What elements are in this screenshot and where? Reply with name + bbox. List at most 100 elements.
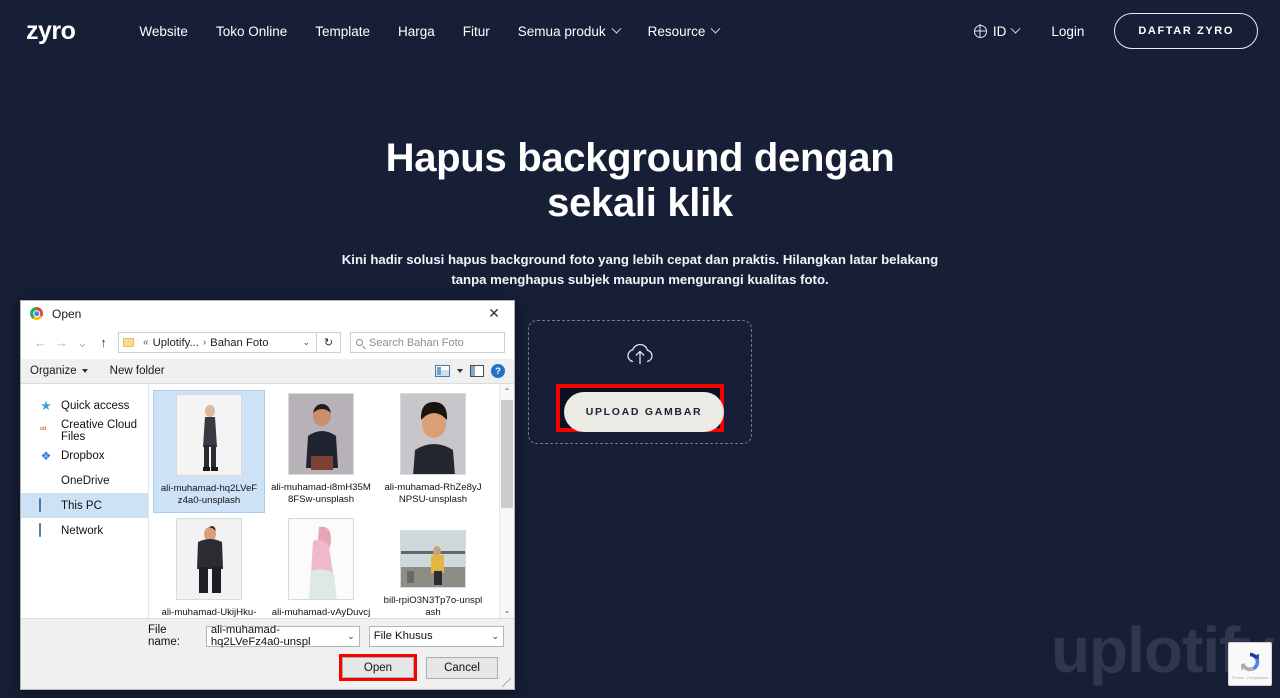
globe-icon xyxy=(973,24,987,38)
breadcrumb[interactable]: « Uplotify... › Bahan Foto ⌄ xyxy=(118,332,317,353)
nav-item-website[interactable]: Website xyxy=(125,18,202,45)
file-open-dialog: Open ✕ ← → ⌄ ↑ « Uplotify... › Bahan Fot… xyxy=(20,300,515,690)
upload-gambar-button[interactable]: UPLOAD GAMBAR xyxy=(564,392,724,432)
file-list-pane: ali-muhamad-hq2LVeFz4a0-unsplash ali-muh… xyxy=(149,384,514,618)
page-title: Hapus background dengan sekali klik xyxy=(385,136,895,225)
login-link[interactable]: Login xyxy=(1031,18,1104,45)
file-item[interactable]: ali-muhamad-hq2LVeFz4a0-unsplash xyxy=(153,390,265,513)
creative-cloud-icon xyxy=(39,424,53,438)
help-icon[interactable]: ? xyxy=(491,364,505,378)
breadcrumb-parent[interactable]: Uplotify... xyxy=(153,337,199,349)
folder-icon xyxy=(123,338,134,347)
close-icon[interactable]: ✕ xyxy=(474,301,514,326)
nav-links: Website Toko Online Template Harga Fitur… xyxy=(125,18,733,45)
chevron-down-icon[interactable] xyxy=(457,369,463,373)
chevron-down-icon xyxy=(81,369,88,373)
nav-right-group: ID Login DAFTAR ZYRO xyxy=(962,13,1258,49)
chevron-down-icon xyxy=(1010,23,1021,34)
top-navigation-bar: zyro Website Toko Online Template Harga … xyxy=(0,0,1280,62)
file-thumbnail xyxy=(400,530,466,588)
file-name-label: ali-muhamad-RhZe8yJNPSU-unsplash xyxy=(384,482,482,505)
scrollbar-thumb[interactable] xyxy=(501,400,513,508)
preview-pane-icon[interactable] xyxy=(470,365,484,377)
nav-item-resource[interactable]: Resource xyxy=(634,18,734,45)
file-type-select[interactable]: File Khusus ⌄ xyxy=(368,625,504,647)
file-item[interactable]: bill-rpiO3N3Tp7o-unsplash xyxy=(377,515,489,618)
forward-icon[interactable]: → xyxy=(51,332,72,353)
file-name-row: File name: ali-muhamad-hq2LVeFz4a0-unspl… xyxy=(31,624,504,648)
nav-item-semua-produk[interactable]: Semua produk xyxy=(504,18,634,45)
file-grid: ali-muhamad-hq2LVeFz4a0-unsplash ali-muh… xyxy=(149,384,514,618)
dialog-title: Open xyxy=(52,306,82,321)
chrome-icon xyxy=(30,307,43,320)
nav-item-label: Template xyxy=(315,23,371,39)
sidebar-item-label: Dropbox xyxy=(61,449,105,462)
view-layout-icon[interactable] xyxy=(435,365,450,377)
open-button-highlight: Open xyxy=(339,654,417,681)
file-name-label: bill-rpiO3N3Tp7o-unsplash xyxy=(383,595,483,618)
file-item[interactable]: ali-muhamad-RhZe8yJNPSU-unsplash xyxy=(377,390,489,513)
dialog-action-row: Open Cancel xyxy=(31,654,504,681)
recaptcha-badge[interactable]: Privasi - Persyaratan xyxy=(1228,642,1272,686)
nav-item-label: Resource xyxy=(647,23,706,39)
dialog-toolbar: Organize New folder ? xyxy=(21,359,514,384)
file-name-label: ali-muhamad-i8mH35M8FSw-unsplash xyxy=(271,482,371,505)
open-button[interactable]: Open xyxy=(342,657,414,678)
file-thumbnail xyxy=(288,518,354,600)
zyro-logo[interactable]: zyro xyxy=(26,18,76,44)
toolbar-right-group: ? xyxy=(435,364,505,378)
cancel-button[interactable]: Cancel xyxy=(426,656,498,679)
up-one-level-icon[interactable]: ↑ xyxy=(93,332,114,353)
file-thumbnail xyxy=(176,518,242,600)
new-folder-button[interactable]: New folder xyxy=(110,365,165,377)
sidebar-item-dropbox[interactable]: ❖ Dropbox xyxy=(21,443,148,468)
sidebar-item-label: Network xyxy=(61,524,104,537)
chevron-down-icon[interactable]: ⌄ xyxy=(486,631,499,642)
language-selector[interactable]: ID xyxy=(962,18,1032,45)
breadcrumb-prefix: « xyxy=(143,337,149,348)
chevron-down-icon[interactable]: ⌄ xyxy=(342,631,355,642)
resize-grip[interactable] xyxy=(502,678,511,687)
sidebar-item-network[interactable]: Network xyxy=(21,518,148,543)
nav-item-harga[interactable]: Harga xyxy=(384,18,449,45)
file-name-value: ali-muhamad-hq2LVeFz4a0-unspl xyxy=(210,624,311,648)
sidebar-item-quick-access[interactable]: ★ Quick access xyxy=(21,393,148,418)
nav-item-template[interactable]: Template xyxy=(301,18,384,45)
file-thumbnail xyxy=(400,393,466,475)
nav-item-label: Harga xyxy=(398,23,435,39)
nav-item-label: Website xyxy=(139,23,188,39)
sidebar-item-onedrive[interactable]: OneDrive xyxy=(21,468,148,493)
file-item[interactable]: ali-muhamad-UkijHku-7kM-unsplash xyxy=(153,515,265,618)
nav-item-toko-online[interactable]: Toko Online xyxy=(202,18,301,45)
page-root: zyro Website Toko Online Template Harga … xyxy=(0,0,1280,698)
breadcrumb-current[interactable]: Bahan Foto xyxy=(210,337,268,349)
search-input[interactable]: Search Bahan Foto xyxy=(350,332,505,353)
scroll-down-icon[interactable]: ⌄ xyxy=(500,603,514,618)
file-name-field-label: File name: xyxy=(148,624,180,648)
dialog-title-bar: Open ✕ xyxy=(21,301,514,326)
sidebar-item-this-pc[interactable]: This PC xyxy=(21,493,148,518)
star-icon: ★ xyxy=(40,397,52,413)
file-thumbnail xyxy=(288,393,354,475)
back-icon[interactable]: ← xyxy=(30,332,51,353)
organize-button[interactable]: Organize xyxy=(30,365,88,377)
scroll-up-icon[interactable]: ⌃ xyxy=(500,384,514,399)
nav-item-fitur[interactable]: Fitur xyxy=(449,18,504,45)
file-item[interactable]: ali-muhamad-i8mH35M8FSw-unsplash xyxy=(265,390,377,513)
file-name-input[interactable]: ali-muhamad-hq2LVeFz4a0-unspl ⌄ xyxy=(205,624,360,648)
chevron-down-icon[interactable]: ⌄ xyxy=(302,337,312,348)
file-type-value: File Khusus xyxy=(373,630,433,642)
sidebar-item-creative-cloud-files[interactable]: Creative Cloud Files xyxy=(21,418,148,443)
network-icon xyxy=(39,522,53,538)
onedrive-icon xyxy=(39,474,53,488)
file-thumbnail xyxy=(176,394,242,476)
page-subtitle: Kini hadir solusi hapus background foto … xyxy=(341,252,939,287)
file-item[interactable]: ali-muhamad-vAyDuvcjXcs-unsplash xyxy=(265,515,377,618)
nav-item-label: Toko Online xyxy=(215,23,288,39)
recaptcha-label: Privasi - Persyaratan xyxy=(1232,675,1268,680)
signup-button[interactable]: DAFTAR ZYRO xyxy=(1114,13,1258,49)
refresh-icon[interactable]: ↻ xyxy=(317,332,341,353)
file-list-scrollbar[interactable]: ⌃ ⌄ xyxy=(499,384,514,618)
dropbox-icon: ❖ xyxy=(40,448,52,463)
recent-locations-icon[interactable]: ⌄ xyxy=(72,332,93,353)
